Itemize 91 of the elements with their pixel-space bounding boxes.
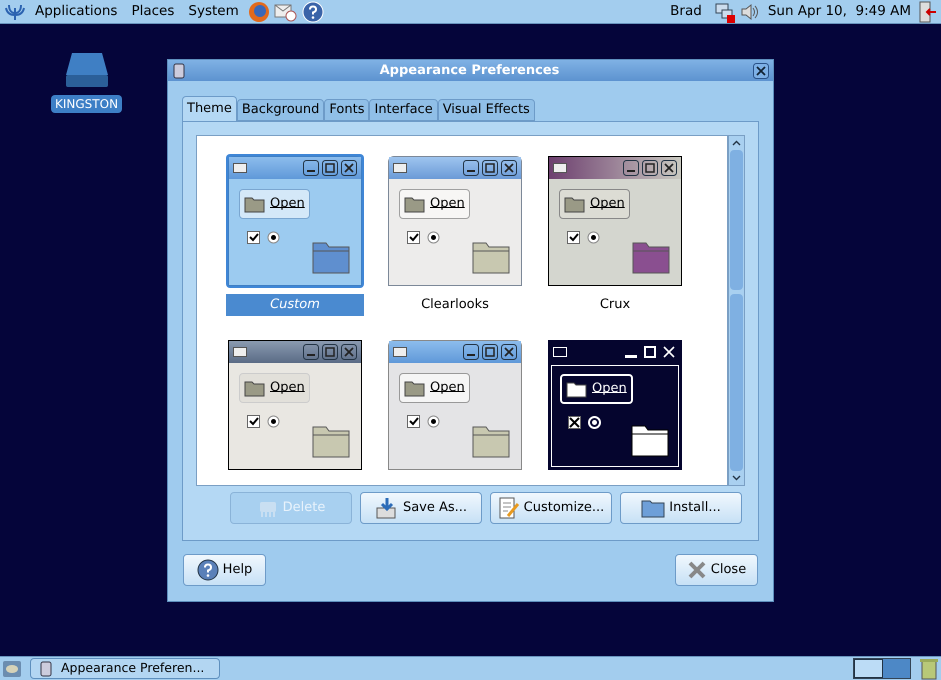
checkbox-icon [407,414,420,428]
window-icon [393,346,407,356]
minimize-icon [463,160,479,176]
maximize-icon [482,344,498,360]
menu-item[interactable]: Places [126,1,180,22]
globe-icon[interactable] [248,0,270,22]
close-icon [341,344,357,360]
tab[interactable]: Interface [369,99,438,121]
radio-icon [267,414,280,428]
maximize-icon [642,160,658,176]
window-icon [233,346,247,356]
open-button: Open [560,374,633,404]
scroll-down-icon[interactable] [732,475,741,481]
workspace-switcher[interactable] [853,658,911,679]
radio-icon [588,416,601,428]
theme-preview[interactable]: Open [386,154,524,288]
folder-icon [404,378,426,396]
theme-preview[interactable]: Open [386,338,524,472]
help-icon[interactable] [302,0,324,22]
close-icon[interactable] [753,62,769,78]
theme-name[interactable]: Clearlooks [386,294,524,316]
maximize-icon [322,344,338,360]
window-icon [233,163,247,173]
radio-icon [427,414,440,428]
close-icon [663,346,675,358]
theme-action-button[interactable]: Customize... [490,492,612,524]
window-icon [553,346,567,356]
close-button[interactable]: Close [675,554,758,586]
folder-icon [566,380,588,398]
open-button: Open [239,372,310,402]
folder-icon [244,195,266,213]
theme-preview[interactable]: Open [546,154,684,288]
folder-icon [404,195,426,213]
close-icon [501,344,517,360]
clock[interactable]: Sun Apr 10, 9:49 AM [768,1,911,22]
window-title: Appearance Preferences [378,62,560,80]
maximize-icon [644,346,656,358]
radio-icon [587,231,600,244]
trash-icon[interactable] [919,658,939,680]
app-icon [39,660,53,676]
open-button: Open [559,189,630,219]
window-icon [553,163,567,173]
checkbox-icon [568,416,581,428]
taskbar-button[interactable]: Appearance Preferen... [30,658,220,679]
window-icon [393,163,407,173]
theme-preview[interactable]: Open [546,338,684,472]
theme-action-button[interactable]: Save As... [360,492,482,524]
tab[interactable]: Theme [182,96,237,121]
menu-item[interactable]: Applications [30,1,122,22]
theme-action-button[interactable]: Install... [620,492,742,524]
volume-icon[interactable] [740,2,760,22]
checkbox-icon [567,231,580,244]
close-icon [686,560,707,580]
desktop-icon-label[interactable]: KINGSTON [51,95,122,113]
theme-preview[interactable]: Open [226,154,364,288]
scrollbar[interactable] [728,135,745,486]
scroll-up-icon[interactable] [732,140,741,146]
logout-icon[interactable] [919,0,937,22]
minimize-icon [303,160,319,176]
minimize-icon [463,344,479,360]
tab[interactable]: Background [236,99,324,121]
network-icon[interactable] [714,0,736,22]
close-icon [501,160,517,176]
checkbox-icon [407,231,420,244]
pencil-paper-icon [498,496,520,520]
minimize-icon [625,354,637,358]
checkbox-icon [247,231,260,244]
theme-name[interactable]: Crux [546,294,684,316]
maximize-icon [322,160,338,176]
app-icon [172,62,186,78]
tab[interactable]: Fonts [324,99,370,121]
radio-icon [427,231,440,244]
help-icon [196,559,219,581]
open-button: Open [399,189,470,219]
theme-name[interactable]: Custom [226,294,364,316]
folder-icon [564,195,586,213]
checkbox-icon [247,414,260,428]
minimize-icon [623,160,639,176]
user-name[interactable]: Brad [670,1,702,22]
folder-icon [244,378,266,396]
maximize-icon [482,160,498,176]
radio-icon [267,231,280,244]
theme-preview[interactable]: Open [226,338,364,472]
close-icon [341,160,357,176]
help-button[interactable]: Help [183,554,266,586]
close-icon [661,160,677,176]
minimize-icon [303,344,319,360]
open-button: Open [239,189,310,219]
menu-item[interactable]: System [183,1,244,22]
tab[interactable]: Visual Effects [438,99,535,121]
open-button: Open [399,372,470,402]
